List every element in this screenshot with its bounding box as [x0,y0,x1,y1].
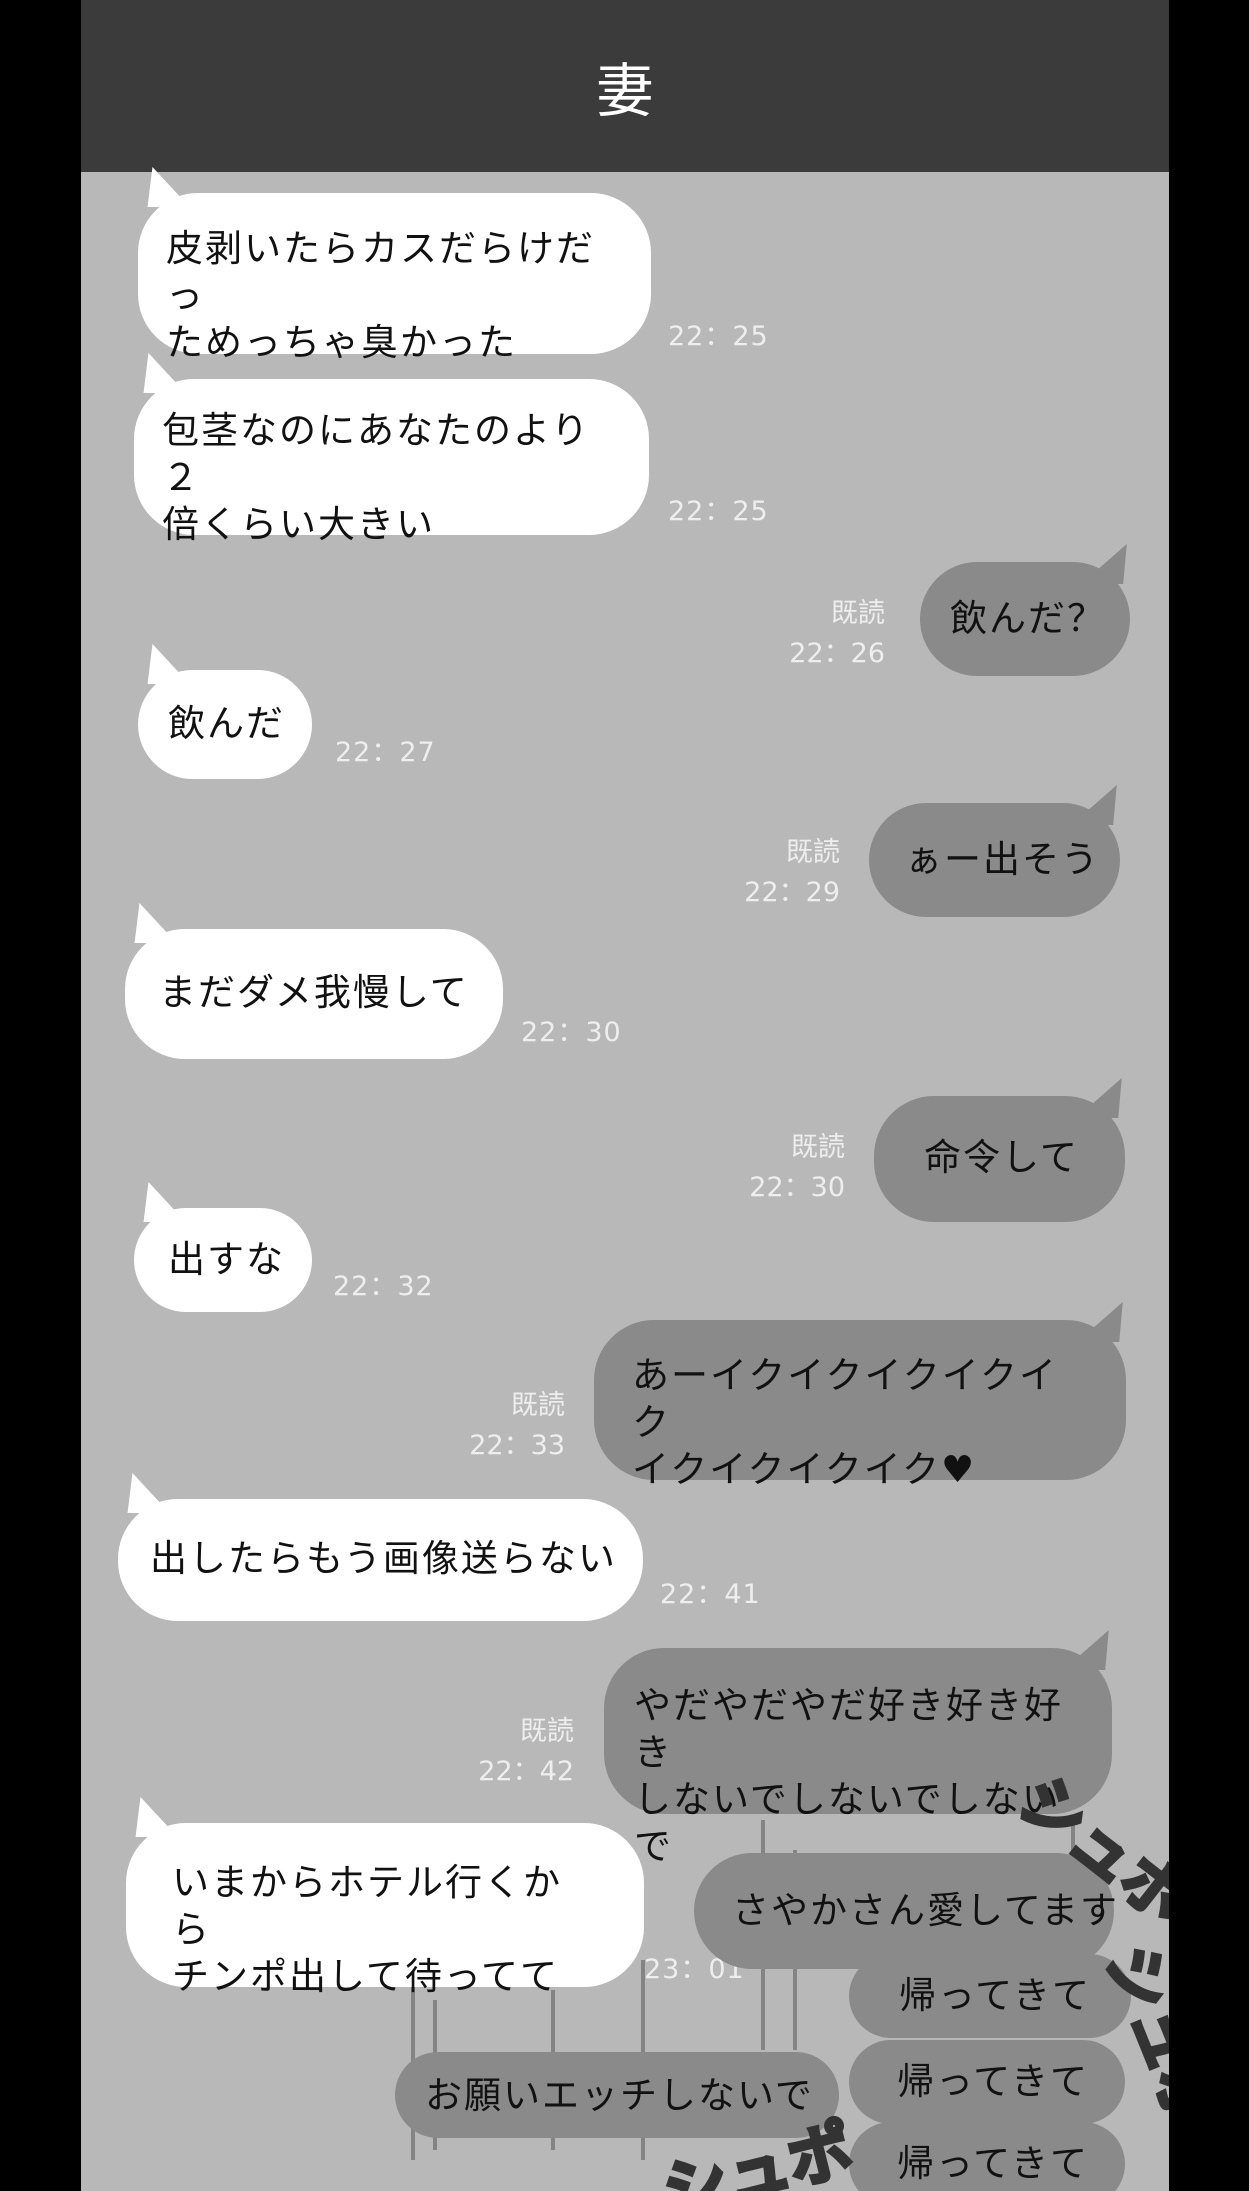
read-label: 既読 [791,1132,845,1163]
message-time: 22：30 [521,1017,622,1048]
message-bubble-incoming: いまからホテル行くから チンポ出して待ってて [112,1797,644,1998]
message-bubble-incoming: 出したらもう画像送らない [104,1473,643,1621]
message-time: 22：27 [335,737,436,768]
message-text: 出したらもう画像送らない [150,1537,617,1580]
message-text: 包茎なのにあなたのより２ 倍くらい大きい [162,409,591,546]
chat-header: 妻 [81,0,1169,172]
message-time: 22：42 [478,1756,574,1787]
message-time: 22：33 [469,1430,565,1461]
message-text: 帰ってきて [897,2060,1090,2103]
message-text: 飲んだ [168,702,285,745]
message-text: 皮剥いたらカスだらけだっ ためっちゃ臭かった [166,227,595,364]
message-text: 飲んだ？ [950,597,1106,640]
message-bubble-outgoing: あーイクイクイクイクイク イクイクイクイク♥ [594,1302,1153,1491]
message-time: 22：32 [333,1271,434,1302]
contact-name: 妻 [595,57,654,125]
read-receipt: 既読 22：26 [781,594,885,674]
message-bubble-outgoing: 飲んだ？ [920,544,1157,676]
message-bubble-outgoing: 帰ってきて [849,2122,1125,2191]
read-label: 既読 [786,837,840,868]
message-text: 命令して [924,1136,1079,1179]
message-bubble-incoming: 出すな [120,1182,312,1312]
message-bubble-incoming: 包茎なのにあなたのより２ 倍くらい大きい [120,353,649,546]
read-label: 既読 [520,1716,574,1747]
read-receipt: 既読 22：30 [741,1128,845,1208]
message-time: 22：29 [744,877,840,908]
message-text: ぁー出そう [905,838,1100,881]
read-receipt: 既読 22：29 [736,833,840,913]
chat-screen: 妻 皮剥いたらカスだらけだっ ためっちゃ臭かった 22：25 包茎なのにあなたの… [81,0,1169,2191]
read-receipt: 既読 22：33 [461,1386,565,1466]
message-text: いまからホテル行くから チンポ出して待ってて [172,1861,562,1998]
message-text: 出すな [168,1238,285,1281]
message-text: やだやだやだ好き好き好き しないでしないでしないで [634,1684,1063,1868]
message-text: さやかさん愛してます [732,1889,1120,1932]
message-text: お願いエッチしないで [425,2074,814,2117]
message-bubble-incoming: まだダメ我慢して [111,903,503,1059]
message-bubble-outgoing: ぁー出そう [869,785,1147,917]
message-bubble-incoming: 皮剥いたらカスだらけだっ ためっちゃ臭かった [124,167,651,364]
read-receipt: 既読 22：42 [470,1712,574,1792]
message-text: あーイクイクイクイクイク イクイクイクイク♥ [632,1354,1059,1491]
message-text: 帰ってきて [899,1974,1092,2017]
message-time: 22：25 [668,321,769,352]
message-time: 22：25 [668,496,769,527]
message-text: 帰ってきて [897,2142,1090,2185]
message-time: 22：41 [660,1579,761,1610]
message-bubble-outgoing: 帰ってきて [849,2040,1125,2124]
message-text: まだダメ我慢して [159,971,469,1014]
message-bubble-outgoing: さやかさん愛してます [694,1853,1120,1969]
message-bubble-outgoing: 命令して [874,1078,1152,1222]
message-time: 22：26 [789,638,885,669]
message-bubble-incoming: 飲んだ [124,644,312,779]
read-label: 既読 [831,598,885,629]
message-time: 22：30 [749,1172,845,1203]
read-label: 既読 [511,1390,565,1421]
